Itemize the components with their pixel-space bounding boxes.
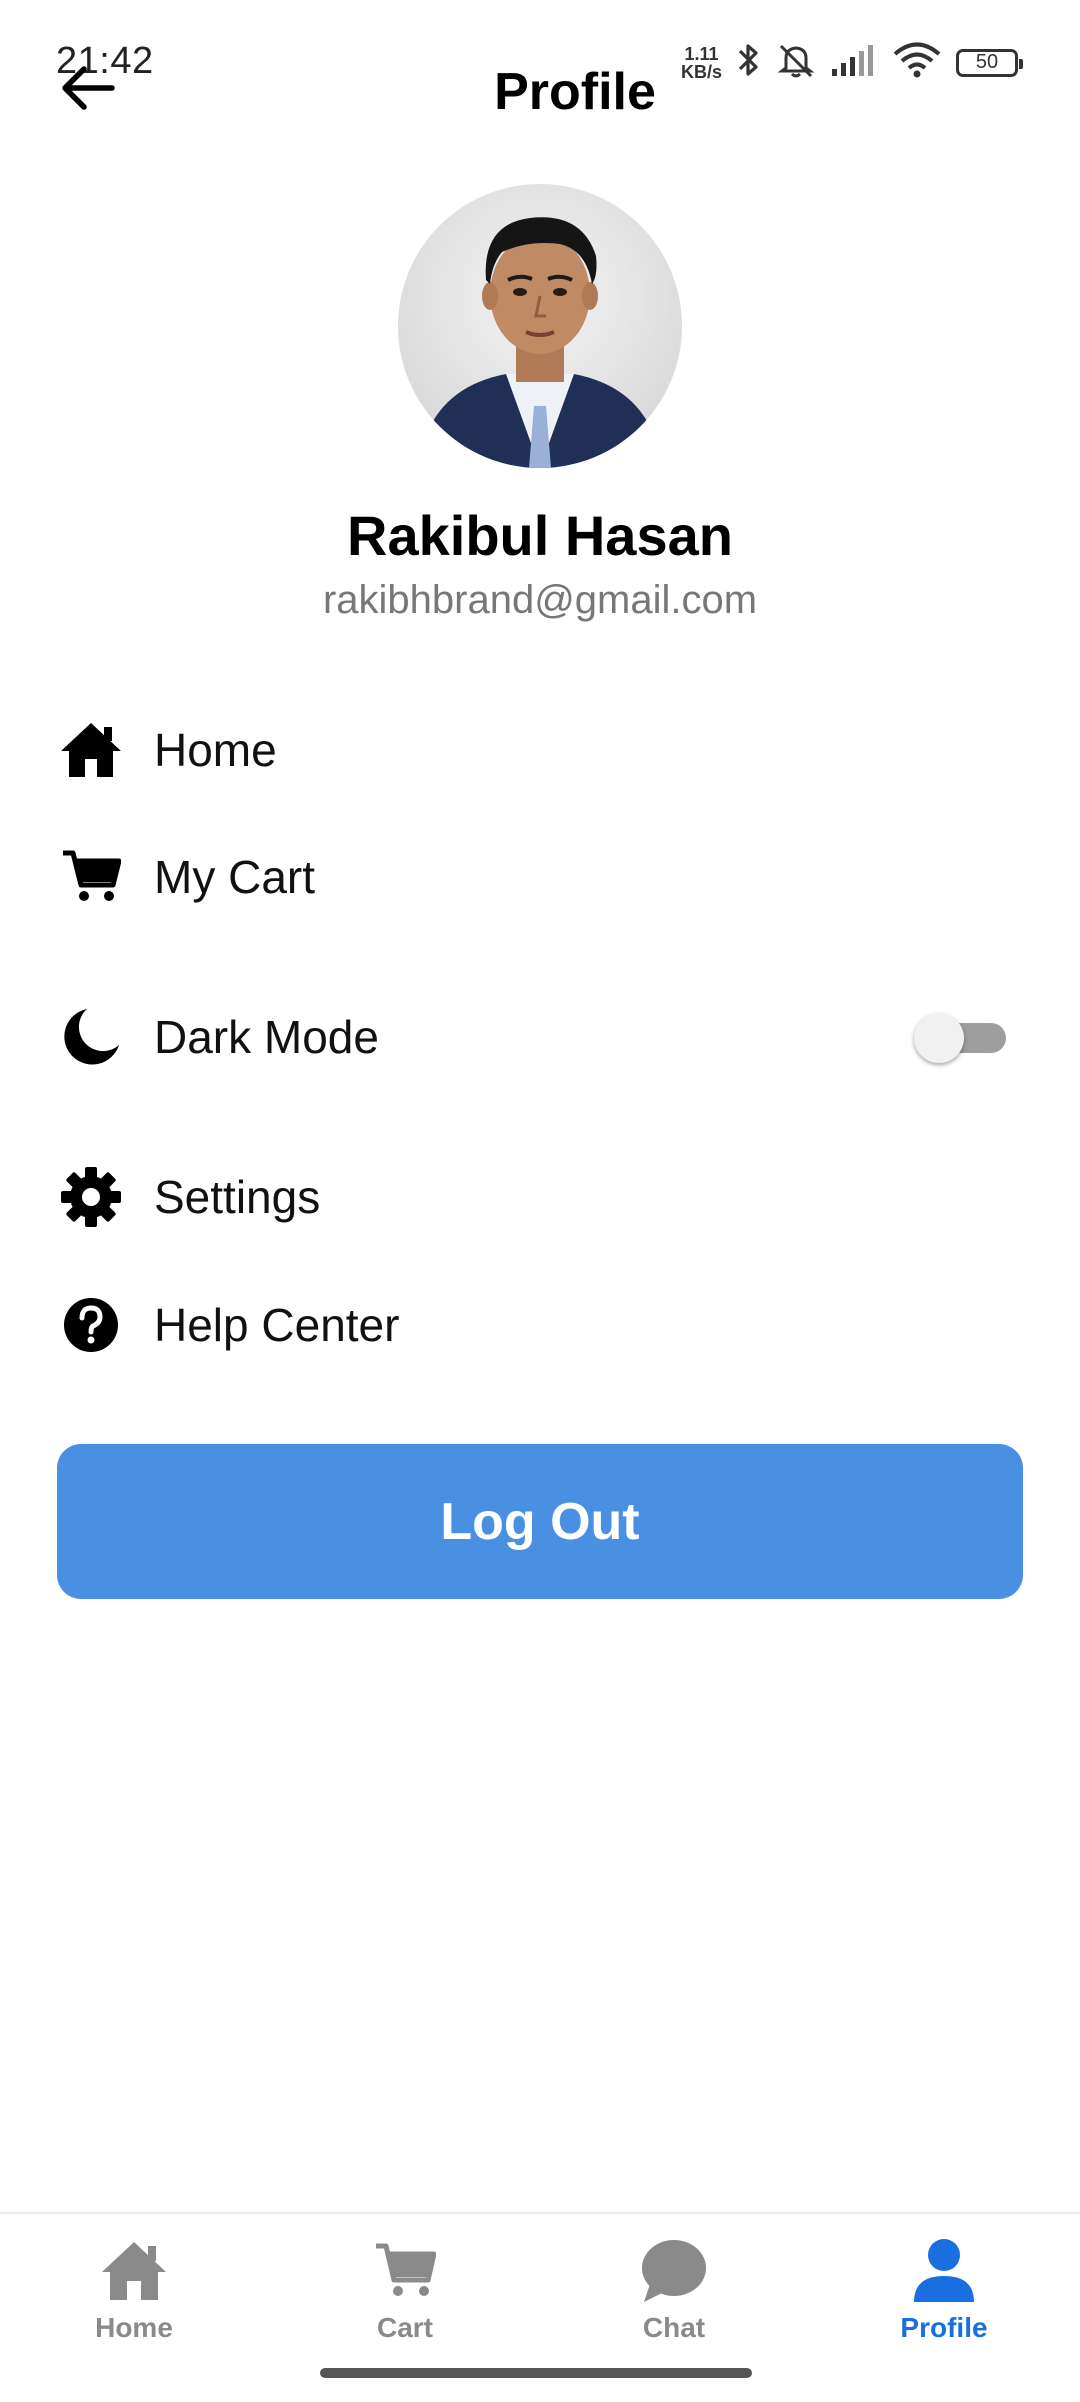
menu-label-my-cart: My Cart — [154, 851, 315, 903]
toggle-thumb — [914, 1013, 964, 1063]
menu-label-settings: Settings — [154, 1171, 321, 1223]
moon-icon — [56, 1002, 126, 1072]
gear-icon — [56, 1162, 126, 1232]
menu-item-dark-mode[interactable]: Dark Mode — [56, 989, 1024, 1085]
menu-item-help-center[interactable]: Help Center — [56, 1277, 1024, 1373]
menu-item-my-cart[interactable]: My Cart — [56, 829, 1024, 925]
nav-item-home[interactable]: Home — [34, 2234, 234, 2354]
home-icon — [100, 2234, 168, 2308]
home-icon — [56, 715, 126, 785]
page-title: Profile — [494, 63, 656, 121]
user-email: rakibhbrand@gmail.com — [322, 578, 758, 622]
logout-button[interactable]: Log Out — [57, 1444, 1023, 1599]
person-icon — [912, 2234, 976, 2308]
user-name: Rakibul Hasan — [347, 504, 733, 567]
cart-icon — [56, 842, 126, 912]
home-indicator[interactable] — [320, 2368, 752, 2378]
menu-label-dark-mode: Dark Mode — [154, 1011, 379, 1063]
avatar — [398, 184, 682, 468]
menu-item-home[interactable]: Home — [56, 702, 1024, 798]
nav-label-profile: Profile — [900, 2312, 988, 2343]
network-speed-value: 1.11 — [684, 43, 719, 64]
avatar-photo — [418, 217, 662, 468]
nav-item-profile[interactable]: Profile — [844, 2234, 1044, 2354]
menu-label-home: Home — [154, 724, 277, 776]
nav-label-chat: Chat — [642, 2312, 706, 2343]
chat-bubble-icon — [640, 2234, 708, 2308]
nav-label-cart: Cart — [376, 2312, 433, 2343]
menu-item-settings[interactable]: Settings — [56, 1149, 1024, 1245]
dark-mode-toggle[interactable] — [914, 1013, 1010, 1063]
help-circle-icon — [56, 1290, 126, 1360]
nav-item-cart[interactable]: Cart — [305, 2234, 505, 2354]
cart-icon — [374, 2234, 436, 2308]
nav-item-chat[interactable]: Chat — [574, 2234, 774, 2354]
menu-label-help-center: Help Center — [154, 1299, 400, 1351]
nav-label-home: Home — [95, 2312, 173, 2343]
